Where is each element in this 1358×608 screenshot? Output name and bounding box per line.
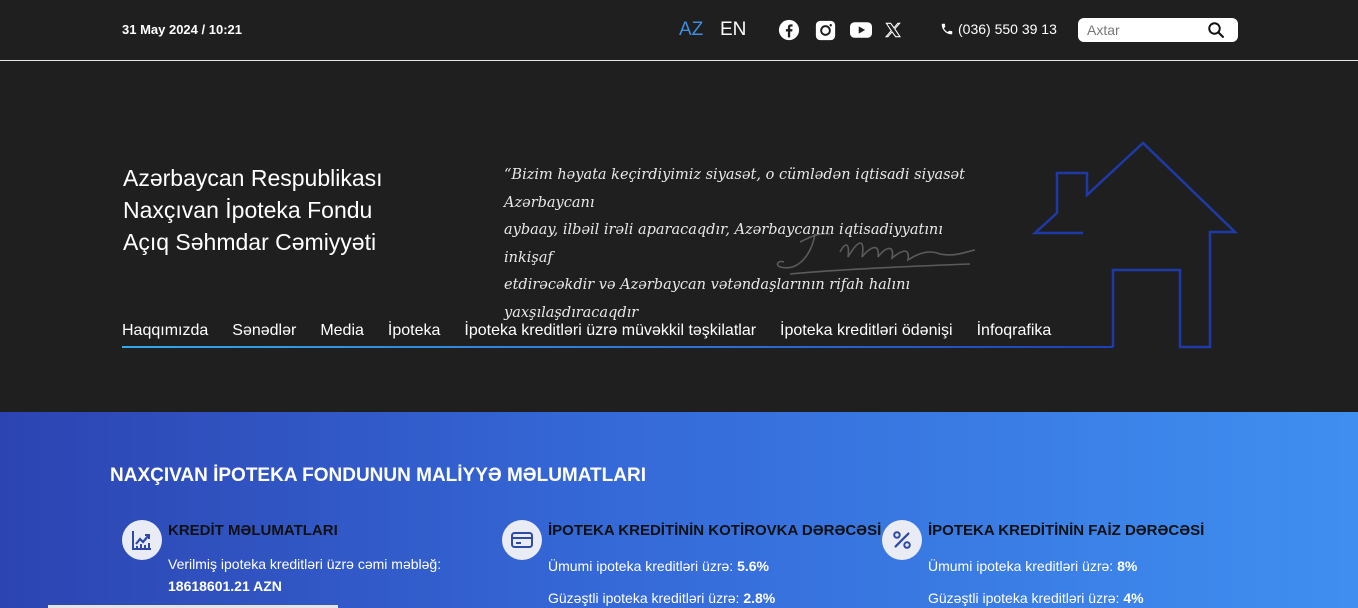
card-title: İPOTEKA KREDİTİNİN FAİZ DƏRƏCƏSİ — [928, 522, 1205, 539]
card-label: Güzəştli ipoteka kreditləri üzrə: — [928, 590, 1120, 606]
search-input[interactable] — [1087, 22, 1207, 38]
top-bar: 31 May 2024 / 10:21 AZ EN (036) 550 39 1… — [0, 0, 1358, 61]
card-value: 2.8% — [743, 590, 776, 606]
card-title: İPOTEKA KREDİTİNİN KOTİROVKA DƏRƏCƏSİ — [548, 522, 882, 539]
nav-item-mortgage-payment[interactable]: İpoteka kreditləri ödənişi — [780, 322, 953, 340]
quote-line: “Bizim həyata keçirdiyimiz siyasət, o cü… — [504, 167, 965, 211]
organization-title: Azərbaycan Respublikası Naxçıvan İpoteka… — [123, 162, 383, 258]
instagram-icon[interactable] — [814, 19, 836, 41]
card-label: Ümumi ipoteka kreditləri üzrə: — [928, 558, 1114, 574]
card-title: KREDİT MƏLUMATLARI — [168, 522, 338, 539]
phone-icon — [941, 23, 953, 35]
youtube-icon[interactable] — [850, 19, 872, 41]
phone-contact[interactable]: (036) 550 39 13 — [940, 21, 1057, 37]
nav-item-about[interactable]: Haqqımızda — [122, 322, 208, 340]
house-outline-icon — [1031, 141, 1239, 349]
percent-icon — [882, 520, 922, 560]
language-az-link[interactable]: AZ — [679, 19, 703, 41]
financial-info-section: NAXÇIVAN İPOTEKA FONDUNUN MALİYYƏ MƏLUMA… — [0, 412, 1358, 608]
nav-item-authorized-organizations[interactable]: İpoteka kreditləri üzrə müvəkkil təşkila… — [464, 322, 756, 340]
card-value: 8% — [1117, 558, 1138, 574]
card-value: 18618601.21 AZN — [168, 578, 282, 594]
card-rate-row: Güzəştli ipoteka kreditləri üzrə: 4% — [928, 590, 1144, 606]
nav-item-documents[interactable]: Sənədlər — [232, 322, 296, 340]
card-label: Güzəştli ipoteka kreditləri üzrə: — [548, 590, 740, 606]
card-rate-row: Güzəştli ipoteka kreditləri üzrə: 2.8% — [548, 590, 775, 606]
search-box — [1078, 18, 1238, 42]
presidential-quote: “Bizim həyata keçirdiyimiz siyasət, o cü… — [504, 162, 974, 327]
section-title: NAXÇIVAN İPOTEKA FONDUNUN MALİYYƏ MƏLUMA… — [110, 465, 646, 486]
org-title-line: Naxçıvan İpoteka Fondu — [123, 197, 373, 223]
credit-card-icon — [502, 520, 542, 560]
language-en-link[interactable]: EN — [720, 19, 746, 41]
card-label: Ümumi ipoteka kreditləri üzrə: — [548, 558, 734, 574]
card-label: Verilmiş ipoteka kreditləri üzrə cəmi mə… — [168, 556, 442, 572]
quote-line: etdirəcəkdir və Azərbaycan vətəndaşların… — [504, 277, 911, 321]
card-value: 5.6% — [737, 558, 769, 574]
x-icon[interactable] — [882, 19, 904, 41]
org-title-line: Açıq Səhmdar Cəmiyyəti — [123, 229, 377, 255]
org-title-line: Azərbaycan Respublikası — [123, 165, 383, 191]
main-navigation: Haqqımızda Sənədlər Media İpoteka İpotek… — [122, 322, 1051, 340]
nav-item-infographics[interactable]: İnfoqrafika — [977, 322, 1052, 340]
quote-line: aybaay, ilbəil irəli aparacaqdır, Azərba… — [504, 222, 943, 266]
card-rate-row: Ümumi ipoteka kreditləri üzrə: 8% — [928, 558, 1137, 574]
card-rate-row: Ümumi ipoteka kreditləri üzrə: 5.6% — [548, 558, 769, 574]
chart-trend-icon — [122, 520, 162, 560]
search-icon[interactable] — [1207, 21, 1225, 39]
card-value: 4% — [1123, 590, 1144, 606]
nav-underline — [122, 346, 1113, 348]
nav-item-media[interactable]: Media — [320, 322, 364, 340]
nav-item-mortgage[interactable]: İpoteka — [388, 322, 440, 340]
hero-section: Azərbaycan Respublikası Naxçıvan İpoteka… — [0, 62, 1358, 412]
current-datetime: 31 May 2024 / 10:21 — [122, 22, 242, 37]
facebook-icon[interactable] — [778, 19, 800, 41]
phone-number: (036) 550 39 13 — [958, 21, 1057, 37]
